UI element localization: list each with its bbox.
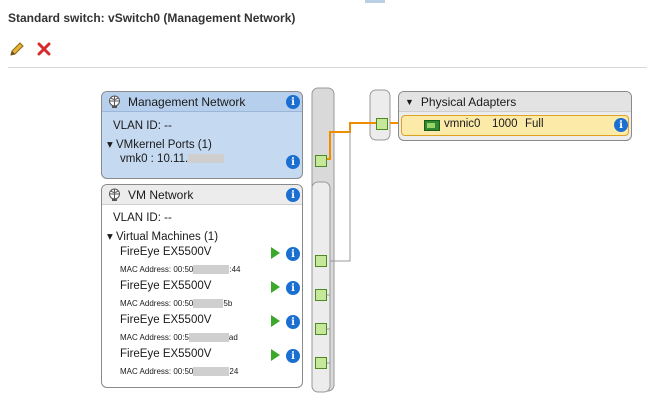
mgmt-header: Management Network: [102, 92, 302, 112]
info-icon[interactable]: i: [286, 349, 300, 363]
vm-network-vlan: VLAN ID: --: [113, 212, 172, 224]
redacted-block: [188, 154, 225, 164]
adapter-name: vmnic0: [444, 118, 481, 130]
vmkernel-ports-toggle[interactable]: ▾ VMkernel Ports (1): [107, 137, 212, 151]
vmk-address: vmk0 : 10.11.: [120, 153, 189, 165]
info-icon[interactable]: i: [286, 188, 300, 202]
adapter-row-vmnic0[interactable]: vmnic0 1000 Full i: [401, 115, 629, 136]
mgmt-vlan: VLAN ID: --: [113, 120, 172, 132]
vmkernel-ports-label: VMkernel Ports (1): [115, 139, 212, 151]
vm-network-header: VM Network: [102, 185, 302, 205]
pencil-icon: [10, 42, 24, 56]
network-icon: [109, 95, 120, 108]
power-on-icon[interactable]: [271, 349, 280, 361]
nic-card-icon: [424, 120, 440, 131]
redacted-block: [193, 265, 230, 275]
toolbar-divider: [8, 67, 647, 68]
info-icon[interactable]: i: [286, 247, 300, 261]
vm-mac: MAC Address: 00:50 24: [120, 367, 239, 377]
redacted-block: [193, 367, 230, 377]
adapter-duplex: Full: [525, 118, 544, 130]
vm-name[interactable]: FireEye EX5500V: [120, 348, 211, 360]
vm-port-connector: [315, 323, 327, 335]
mgmt-name: Management Network: [128, 94, 246, 109]
vm-network-portgroup[interactable]: VM Network i VLAN ID: -- ▾ Virtual Machi…: [101, 184, 303, 388]
vm-mac: MAC Address: 00:50 5b: [120, 299, 233, 309]
vm-network-name: VM Network: [128, 187, 194, 202]
power-on-icon[interactable]: [271, 281, 280, 293]
info-icon[interactable]: i: [286, 155, 300, 169]
vm-name[interactable]: FireEye EX5500V: [120, 280, 211, 292]
network-icon: [109, 188, 120, 201]
vm-port-connector: [315, 255, 327, 267]
top-tab-indicator: [365, 0, 385, 3]
info-icon[interactable]: i: [286, 315, 300, 329]
vmk-port-connector: [315, 155, 327, 167]
uplink-port-connector: [376, 118, 388, 130]
info-icon[interactable]: i: [286, 281, 300, 295]
adapter-speed: 1000: [492, 118, 518, 130]
redacted-block: [188, 333, 229, 343]
power-on-icon[interactable]: [271, 247, 280, 259]
virtual-machines-label: Virtual Machines (1): [115, 231, 219, 243]
red-x-icon: [37, 42, 51, 56]
vmk-row: vmk0 : 10.11.: [120, 153, 225, 165]
collapse-icon[interactable]: ▼: [405, 97, 414, 107]
vm-name[interactable]: FireEye EX5500V: [120, 314, 211, 326]
edit-button[interactable]: [8, 40, 26, 58]
physical-adapters-header: ▼ Physical Adapters: [399, 92, 631, 112]
vm-port-connector: [315, 357, 327, 369]
redacted-block: [193, 299, 224, 309]
virtual-machines-toggle[interactable]: ▾ Virtual Machines (1): [107, 229, 218, 243]
power-on-icon[interactable]: [271, 315, 280, 327]
info-icon[interactable]: i: [614, 118, 628, 132]
remove-button[interactable]: [35, 40, 53, 58]
vm-port-connector: [315, 289, 327, 301]
physical-adapters-panel[interactable]: ▼ Physical Adapters vmnic0 1000 Full i: [398, 91, 632, 141]
management-network-portgroup[interactable]: Management Network i VLAN ID: -- ▾ VMker…: [101, 91, 303, 179]
vm-mac: MAC Address: 00:5 ad: [120, 333, 238, 343]
page-title: Standard switch: vSwitch0 (Management Ne…: [8, 11, 296, 25]
physical-adapters-title: Physical Adapters: [420, 94, 517, 109]
vm-mac: MAC Address: 00:50:44: [120, 265, 241, 275]
vm-name[interactable]: FireEye EX5500V: [120, 246, 211, 258]
info-icon[interactable]: i: [286, 95, 300, 109]
